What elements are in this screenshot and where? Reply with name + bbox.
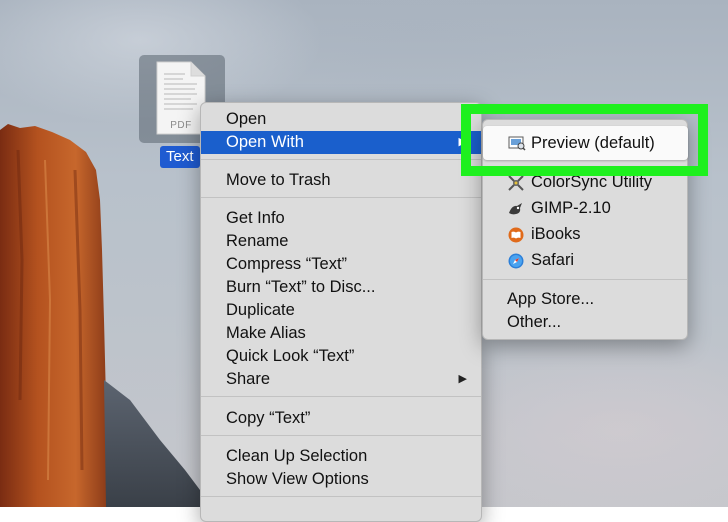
menu-separator bbox=[201, 396, 481, 397]
menu-item-burn-to-disc[interactable]: Burn “Text” to Disc... bbox=[201, 276, 481, 299]
submenu-item-label: App Store... bbox=[507, 290, 595, 308]
menu-item-label: Open With bbox=[226, 133, 304, 151]
file-name-label[interactable]: Text bbox=[160, 146, 200, 168]
menu-item-label: Make Alias bbox=[226, 324, 306, 342]
submenu-item-safari[interactable]: Safari bbox=[483, 249, 687, 272]
submenu-item-label: GIMP-2.10 bbox=[531, 199, 611, 217]
menu-item-label: Quick Look “Text” bbox=[226, 347, 355, 365]
gimp-icon bbox=[509, 203, 522, 215]
menu-item-make-alias[interactable]: Make Alias bbox=[201, 322, 481, 345]
menu-item-label: Duplicate bbox=[226, 301, 295, 319]
submenu-item-app-store[interactable]: App Store... bbox=[483, 288, 687, 311]
menu-item-open[interactable]: Open bbox=[201, 108, 481, 131]
menu-separator bbox=[483, 279, 687, 280]
callout-highlight-frame bbox=[461, 104, 708, 176]
menu-item-label: Move to Trash bbox=[226, 171, 331, 189]
submenu-item-ibooks[interactable]: iBooks bbox=[483, 223, 687, 246]
menu-separator bbox=[201, 496, 481, 497]
menu-item-quick-look[interactable]: Quick Look “Text” bbox=[201, 345, 481, 368]
menu-item-open-with[interactable]: Open With ▶ bbox=[201, 131, 481, 154]
menu-separator bbox=[201, 159, 481, 160]
menu-item-label: Share bbox=[226, 370, 271, 388]
menu-item-show-view-options[interactable]: Show View Options bbox=[201, 468, 481, 491]
menu-item-get-info[interactable]: Get Info bbox=[201, 207, 481, 230]
menu-item-share[interactable]: Share ▶ bbox=[201, 368, 481, 391]
submenu-item-label: Other... bbox=[507, 313, 562, 331]
menu-item-copy[interactable]: Copy “Text” bbox=[201, 407, 481, 430]
context-menu: Open Open With ▶ Move to Trash Get Info R… bbox=[200, 102, 482, 522]
safari-icon bbox=[508, 253, 524, 269]
menu-item-label: Clean Up Selection bbox=[226, 447, 368, 465]
submenu-item-gimp[interactable]: GIMP-2.10 bbox=[483, 197, 687, 220]
menu-item-label: Compress “Text” bbox=[226, 255, 348, 273]
submenu-item-label: Safari bbox=[531, 251, 575, 269]
menu-separator bbox=[201, 435, 481, 436]
submenu-arrow-icon: ▶ bbox=[458, 373, 467, 385]
submenu-item-other[interactable]: Other... bbox=[483, 311, 687, 334]
menu-item-label: Copy “Text” bbox=[226, 409, 311, 427]
menu-item-label: Rename bbox=[226, 232, 289, 250]
menu-item-duplicate[interactable]: Duplicate bbox=[201, 299, 481, 322]
menu-item-compress[interactable]: Compress “Text” bbox=[201, 253, 481, 276]
submenu-item-label: iBooks bbox=[531, 225, 581, 243]
menu-item-label: Burn “Text” to Disc... bbox=[226, 278, 376, 296]
menu-separator bbox=[201, 197, 481, 198]
colorsync-icon bbox=[508, 175, 524, 191]
menu-item-move-to-trash[interactable]: Move to Trash bbox=[201, 169, 481, 192]
menu-item-clean-up-selection[interactable]: Clean Up Selection bbox=[201, 445, 481, 468]
menu-item-label: Show View Options bbox=[226, 470, 369, 488]
menu-item-label: Open bbox=[226, 110, 267, 128]
menu-item-label: Get Info bbox=[226, 209, 285, 227]
menu-item-rename[interactable]: Rename bbox=[201, 230, 481, 253]
ibooks-icon bbox=[508, 227, 524, 243]
